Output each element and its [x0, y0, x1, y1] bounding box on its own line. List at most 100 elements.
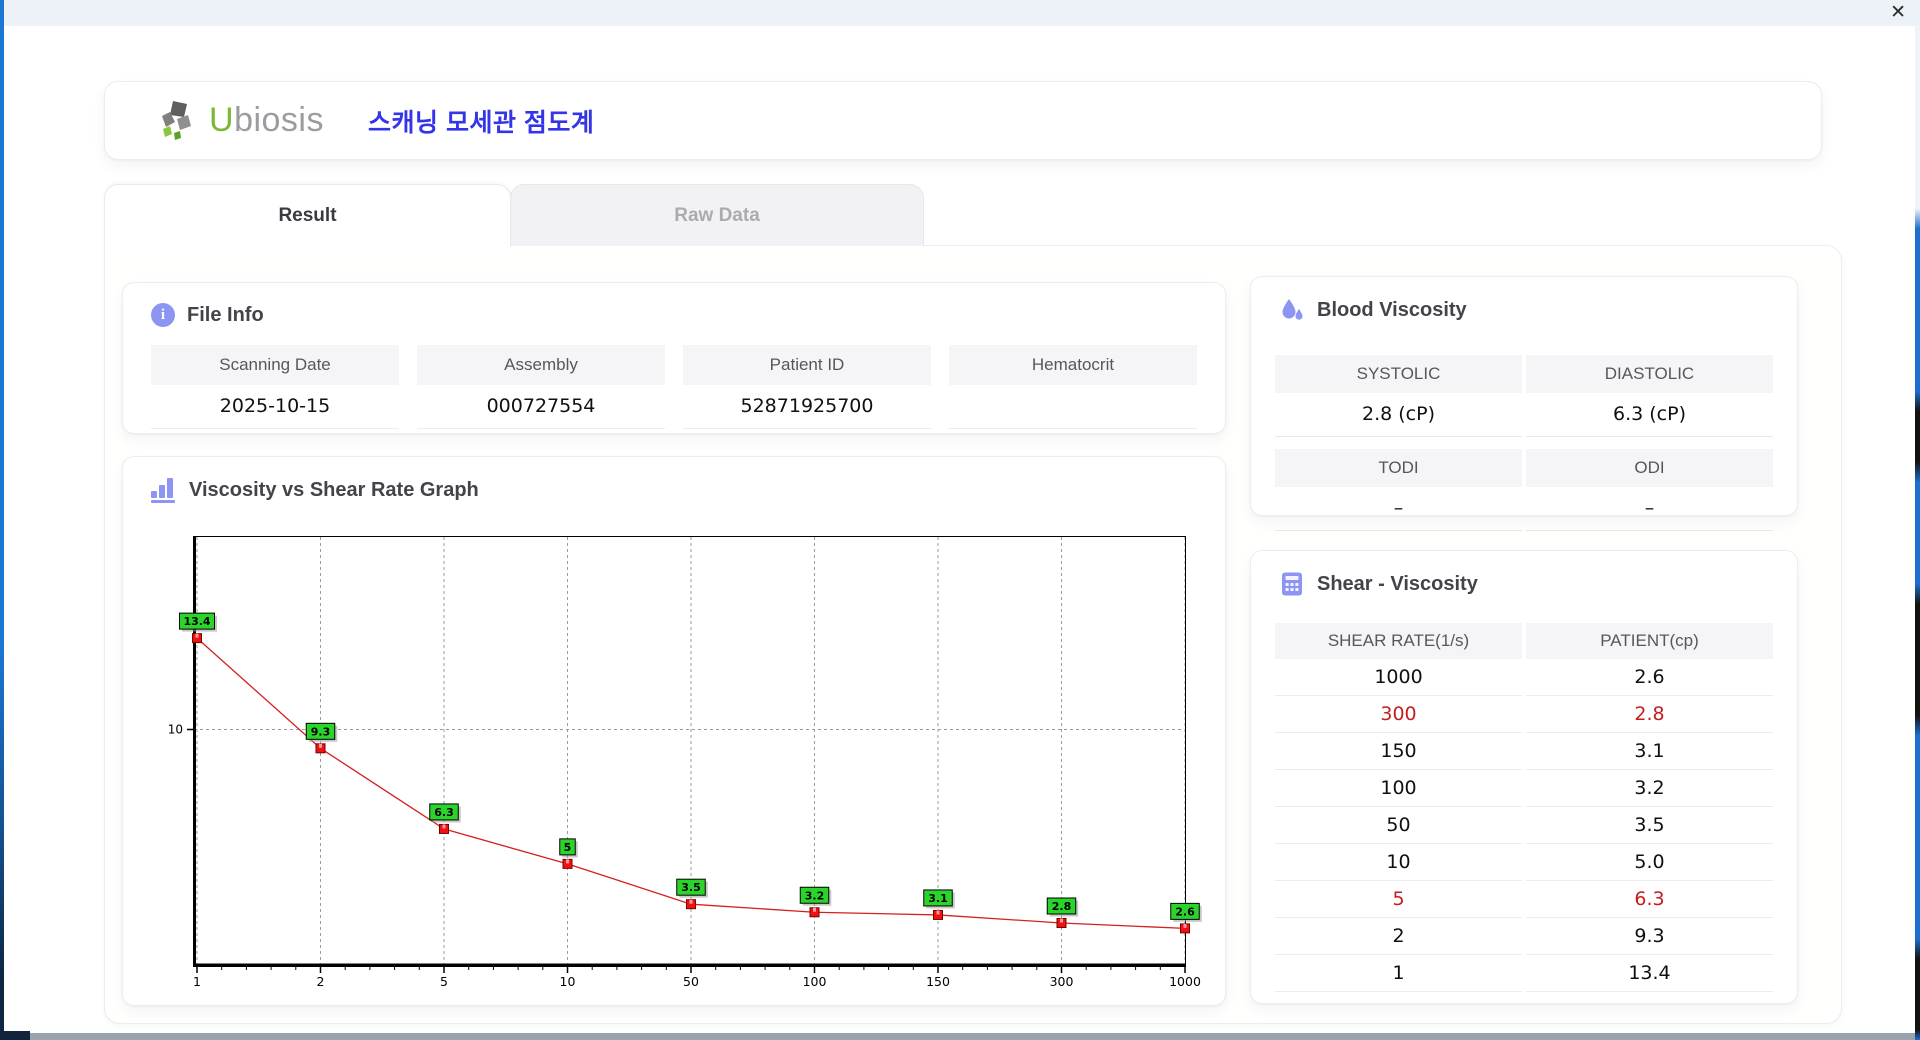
- patient-viscosity-cell: 5.0: [1526, 844, 1773, 881]
- shear-rate-cell: 50: [1275, 807, 1522, 844]
- patient-viscosity-cell: 13.4: [1526, 955, 1773, 992]
- window-bottom-corner: [0, 1031, 30, 1040]
- tab-result[interactable]: Result: [104, 184, 511, 247]
- field-value: 000727554: [417, 385, 665, 429]
- shear-table-row: 10002.6: [1275, 659, 1773, 696]
- viscometer-app-window: { "window": { "titlebar_close": "✕" }, "…: [0, 0, 1920, 1040]
- x-tick-label: 5: [440, 974, 448, 989]
- shear-table-row: 105.0: [1275, 844, 1773, 881]
- x-tick-label: 1: [193, 974, 201, 989]
- shear-table-column-header: SHEAR RATE(1/s): [1275, 623, 1522, 659]
- marker-notch: [1184, 924, 1187, 928]
- field-value: [949, 385, 1197, 429]
- viscosity-chart-svg: 101251050100150300100013.49.36.353.53.23…: [193, 536, 1186, 996]
- patient-viscosity-cell: 3.5: [1526, 807, 1773, 844]
- window-titlebar: ✕: [4, 0, 1920, 26]
- marker-notch: [690, 900, 693, 904]
- info-icon: i: [151, 303, 175, 327]
- bv-spacer: [1275, 437, 1773, 449]
- bv-value-odi: –: [1526, 487, 1773, 531]
- value-label-text: 3.5: [681, 881, 701, 894]
- field-label: Assembly: [417, 345, 665, 385]
- brand-wordmark: Ubiosis: [209, 101, 324, 140]
- x-tick-label: 100: [803, 974, 827, 989]
- tab-raw-data-label: Raw Data: [674, 205, 760, 227]
- shear-rate-cell: 1: [1275, 955, 1522, 992]
- x-tick-label: 150: [926, 974, 950, 989]
- shear-table-row: 113.4: [1275, 955, 1773, 992]
- x-tick-label: 10: [560, 974, 576, 989]
- x-tick-label: 2: [317, 974, 325, 989]
- marker-notch: [566, 859, 569, 863]
- shear-rate-cell: 5: [1275, 881, 1522, 918]
- x-tick-label: 1000: [1169, 974, 1201, 989]
- tab-raw-data[interactable]: Raw Data: [510, 184, 924, 246]
- shear-viscosity-header: Shear - Viscosity: [1279, 571, 1478, 597]
- shear-rate-cell: 1000: [1275, 659, 1522, 696]
- window-bottom-edge: [0, 1033, 1920, 1040]
- shear-table-row: 29.3: [1275, 918, 1773, 955]
- brand-rest: biosis: [234, 101, 324, 139]
- blood-viscosity-table: SYSTOLICDIASTOLIC2.8 (cP)6.3 (cP)TODIODI…: [1275, 355, 1773, 531]
- bv-label-todi: TODI: [1275, 449, 1522, 487]
- viscosity-graph-card: Viscosity vs Shear Rate Graph 1012510501…: [122, 456, 1226, 1006]
- bv-label-systolic: SYSTOLIC: [1275, 355, 1522, 393]
- bv-value-diastolic: 6.3 (cP): [1526, 393, 1773, 437]
- shear-rate-cell: 10: [1275, 844, 1522, 881]
- value-label-text: 9.3: [311, 725, 331, 738]
- value-label-text: 2.8: [1052, 900, 1072, 913]
- marker-notch: [443, 824, 446, 828]
- value-label-text: 3.1: [928, 892, 948, 905]
- shear-rate-cell: 100: [1275, 770, 1522, 807]
- window-left-edge: [0, 0, 4, 1040]
- value-label-text: 3.2: [805, 889, 825, 902]
- droplets-icon: [1279, 297, 1305, 323]
- shear-rate-cell: 150: [1275, 733, 1522, 770]
- polygon-cluster-logo-icon: [157, 99, 203, 143]
- shear-table-row: 1003.2: [1275, 770, 1773, 807]
- shear-viscosity-title: Shear - Viscosity: [1317, 573, 1478, 596]
- shear-table-row: 503.5: [1275, 807, 1773, 844]
- patient-viscosity-cell: 2.8: [1526, 696, 1773, 733]
- patient-viscosity-cell: 3.1: [1526, 733, 1773, 770]
- marker-notch: [813, 908, 816, 912]
- shear-rate-cell: 2: [1275, 918, 1522, 955]
- value-label-text: 5: [564, 841, 572, 854]
- field-label: Patient ID: [683, 345, 931, 385]
- field-value: 52871925700: [683, 385, 931, 429]
- shear-rate-cell: 300: [1275, 696, 1522, 733]
- app-header: Ubiosis 스캐닝 모세관 점도계: [104, 81, 1822, 160]
- value-label-text: 6.3: [434, 806, 454, 819]
- shear-table-row: 3002.8: [1275, 696, 1773, 733]
- file-info-title: File Info: [187, 304, 264, 327]
- app-title-korean: 스캐닝 모세관 점도계: [368, 103, 594, 139]
- marker-notch: [937, 910, 940, 914]
- patient-viscosity-cell: 2.6: [1526, 659, 1773, 696]
- value-label-text: 13.4: [183, 615, 210, 628]
- file-info-header: i File Info: [151, 303, 264, 327]
- file-info-field: Scanning Date2025-10-15: [151, 345, 399, 429]
- ubiosis-logo: Ubiosis: [157, 99, 324, 143]
- shear-viscosity-table: SHEAR RATE(1/s)PATIENT(cp)10002.63002.81…: [1275, 623, 1773, 992]
- close-icon[interactable]: ✕: [1890, 1, 1906, 25]
- marker-notch: [196, 634, 199, 638]
- bv-value-todi: –: [1275, 487, 1522, 531]
- marker-notch: [1060, 919, 1063, 923]
- blood-viscosity-title: Blood Viscosity: [1317, 299, 1467, 322]
- shear-viscosity-card: Shear - Viscosity SHEAR RATE(1/s)PATIENT…: [1250, 550, 1798, 1004]
- window-right-edge: [1915, 26, 1920, 1040]
- bv-value-systolic: 2.8 (cP): [1275, 393, 1522, 437]
- y-tick-label: 10: [168, 723, 183, 737]
- blood-viscosity-header: Blood Viscosity: [1279, 297, 1467, 323]
- file-info-field: Patient ID52871925700: [683, 345, 931, 429]
- x-tick-label: 50: [683, 974, 699, 989]
- marker-notch: [319, 744, 322, 748]
- shear-table-row: 1503.1: [1275, 733, 1773, 770]
- bv-label-odi: ODI: [1526, 449, 1773, 487]
- value-label-text: 2.6: [1175, 905, 1195, 918]
- field-label: Hematocrit: [949, 345, 1197, 385]
- file-info-field: Hematocrit: [949, 345, 1197, 429]
- file-info-fields: Scanning Date2025-10-15 Assembly000727554…: [151, 345, 1197, 429]
- blood-viscosity-card: Blood Viscosity SYSTOLICDIASTOLIC2.8 (cP…: [1250, 276, 1798, 516]
- tab-result-label: Result: [278, 205, 336, 227]
